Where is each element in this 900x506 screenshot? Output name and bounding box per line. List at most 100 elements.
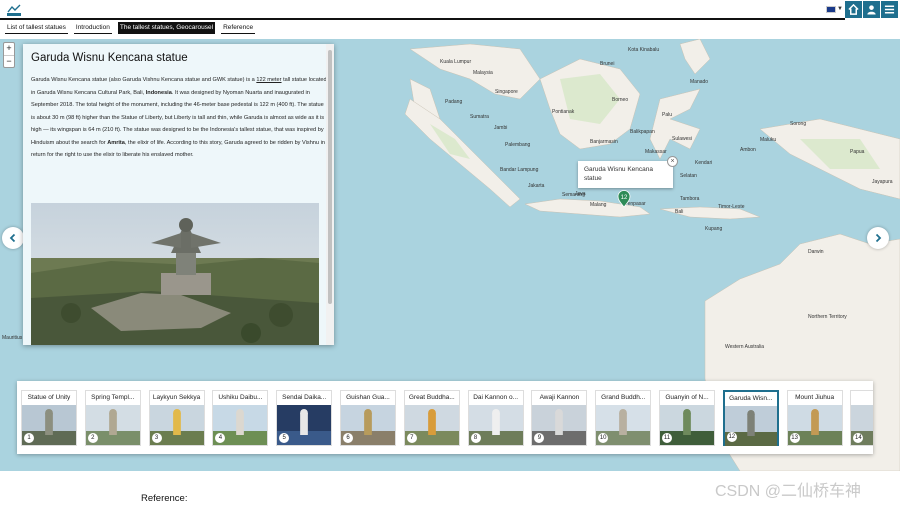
map-label-sorong: Sorong <box>790 121 807 127</box>
carousel-card-label: Sendai Daika... <box>282 394 327 401</box>
map-label-maluku: Maluku <box>760 137 777 143</box>
map-label-western-australia: Western Australia <box>725 344 765 350</box>
story-panel: Garuda Wisnu Kencana statue Garuda Wisnu… <box>23 44 334 345</box>
chevron-right-icon <box>875 233 882 243</box>
carousel-card-number: 8 <box>470 433 481 443</box>
app-header: ▼ <box>0 0 900 20</box>
story-link-122-meter[interactable]: 122 meter <box>256 77 281 83</box>
tab-reference[interactable]: Reference <box>221 22 256 34</box>
carousel-card-1[interactable]: Statue of Unity 1 <box>21 390 77 446</box>
zoom-control: + − <box>3 42 15 68</box>
carousel-card-13[interactable]: Mount Jiuhua 13 <box>786 390 843 446</box>
carousel-card-number: 6 <box>343 433 353 443</box>
marker-number: 12 <box>621 195 628 201</box>
story-text-part: Garuda Wisnu Kencana statue (also Garuda… <box>31 77 257 83</box>
map-label-balikpapan: Balikpapan <box>630 129 655 135</box>
map-label-banjarmasin: Banjarmasin <box>590 139 618 145</box>
map-label-semarang: Semarang <box>562 192 586 198</box>
menu-icon <box>884 5 895 14</box>
carousel-card-number: 3 <box>151 433 162 443</box>
previous-slide-button[interactable] <box>2 227 24 249</box>
map-label-ambon: Ambon <box>740 147 756 153</box>
home-icon <box>848 4 859 15</box>
carousel-card-2[interactable]: Spring Templ... 2 <box>84 390 141 446</box>
map-label-manado: Manado <box>690 79 709 85</box>
carousel-card-label: Great Buddha... <box>408 394 455 401</box>
app-logo[interactable] <box>6 3 22 17</box>
carousel-card-3[interactable]: Laykyun Sekkya 3 <box>148 390 205 446</box>
carousel-card-10[interactable]: Grand Buddh... 10 <box>595 390 652 446</box>
carousel-card-5[interactable]: Sendai Daika... 5 <box>276 390 333 446</box>
story-scroll-thumb[interactable] <box>328 50 332 304</box>
carousel-card-number: 12 <box>726 432 737 442</box>
carousel-card-label: Spring Templ... <box>91 394 135 401</box>
carousel-card-11[interactable]: Guanyin of N... 11 <box>659 390 715 446</box>
carousel-card-label: Awaji Kannon <box>539 394 580 401</box>
chevron-left-icon <box>9 233 16 243</box>
story-bold-amrita: Amrita <box>107 139 125 146</box>
story-text: Garuda Wisnu Kencana statue (also Garuda… <box>31 74 327 162</box>
map-label-malaysia: Malaysia <box>473 70 493 76</box>
story-scrollbar[interactable] <box>326 44 334 345</box>
carousel-card-label: Dai Kannon o... <box>473 394 518 401</box>
zoom-out-button[interactable]: − <box>4 55 14 67</box>
carousel-card-label: Guishan Gua... <box>346 394 390 401</box>
zoom-in-button[interactable]: + <box>4 43 14 55</box>
map-label-kuala-lumpur: Kuala Lumpur <box>440 59 472 65</box>
popup-text: Garuda Wisnu Kencana statue <box>584 166 654 182</box>
map-marker-12[interactable]: 12 <box>617 190 631 208</box>
statue-carousel: › Statue of Unity1Spring Templ...2Laykyu… <box>17 381 873 454</box>
carousel-card-label: Guanyin of N... <box>665 394 709 401</box>
carousel-card-6[interactable]: Guishan Gua... 6 <box>340 390 396 446</box>
map-label-padang: Padang <box>445 99 463 105</box>
map-popup: Garuda Wisnu Kencana statue <box>578 161 673 188</box>
flag-uk-icon[interactable] <box>826 6 836 13</box>
home-button[interactable] <box>845 1 862 18</box>
map-label-kota-kinabalu: Kota Kinabalu <box>628 47 660 53</box>
carousel-card-label: Laykyun Sekkya <box>152 394 201 401</box>
carousel-card-number: 1 <box>24 433 34 443</box>
carousel-card-number: 13 <box>789 433 800 443</box>
carousel-card-label: Ushiku Daibu... <box>218 394 263 401</box>
carousel-card-number: 2 <box>87 433 98 443</box>
carousel-card-4[interactable]: Ushiku Daibu... 4 <box>212 390 269 446</box>
map-label-palu: Palu <box>662 112 673 118</box>
map-label-palembang: Palembang <box>505 142 531 148</box>
map-label-bali: Bali <box>675 209 684 215</box>
reference-heading: Reference: <box>141 493 188 504</box>
carousel-card-8[interactable]: Dai Kannon o... 8 <box>467 390 524 446</box>
carousel-card-7[interactable]: Great Buddha... 7 <box>403 390 460 446</box>
story-title: Garuda Wisnu Kencana statue <box>31 52 188 64</box>
map-pin-icon: 12 <box>617 190 631 208</box>
carousel-card-label: Garuda Wisn... <box>729 395 773 402</box>
popup-close-button[interactable]: × <box>667 156 678 167</box>
map-label-pontianak: Pontianak <box>552 109 575 115</box>
carousel-card-12[interactable]: Garuda Wisn... 12 <box>722 390 779 446</box>
map-label-jambi: Jambi <box>494 125 508 131</box>
map-label-makassar: Makassar <box>645 149 667 155</box>
csdn-watermark: CSDN @二仙桥车神 <box>715 483 862 500</box>
menu-button[interactable] <box>881 1 898 18</box>
carousel-card-label: Grand Buddh... <box>601 394 646 401</box>
carousel-card-9[interactable]: Awaji Kannon 9 <box>531 390 588 446</box>
tab-introduction[interactable]: Introduction <box>73 22 112 34</box>
map-label-tambora: Tambora <box>680 196 700 202</box>
tab-geocarousel[interactable]: The tallest statues, Geocarousel <box>117 22 216 34</box>
statue-photo <box>31 203 319 345</box>
user-button[interactable] <box>863 1 880 18</box>
carousel-card-number: 7 <box>406 433 417 443</box>
carousel-card-14[interactable]: T...14 <box>850 390 873 446</box>
story-tabs: List of tallest statues Introduction The… <box>0 22 256 36</box>
map-label-kendari: Kendari <box>695 160 713 166</box>
tab-list-of-tallest-statues[interactable]: List of tallest statues <box>5 22 68 34</box>
map-label-timor-leste: Timor-Leste <box>718 204 745 210</box>
carousel-card-label: T... <box>851 391 873 404</box>
map-label-northern-territory: Northern Territory <box>808 314 847 320</box>
map-label-mauritius: Mauritius <box>2 335 23 341</box>
story-text-part: . It was designed by Nyoman Nuarta and i… <box>31 89 325 146</box>
map-label-jayapura: Jayapura <box>872 179 893 185</box>
carousel-card-label: Mount Jiuhua <box>795 394 835 401</box>
chevron-down-icon[interactable]: ▼ <box>837 6 843 12</box>
next-slide-button[interactable] <box>867 227 889 249</box>
carousel-card-label: Statue of Unity <box>27 394 71 401</box>
